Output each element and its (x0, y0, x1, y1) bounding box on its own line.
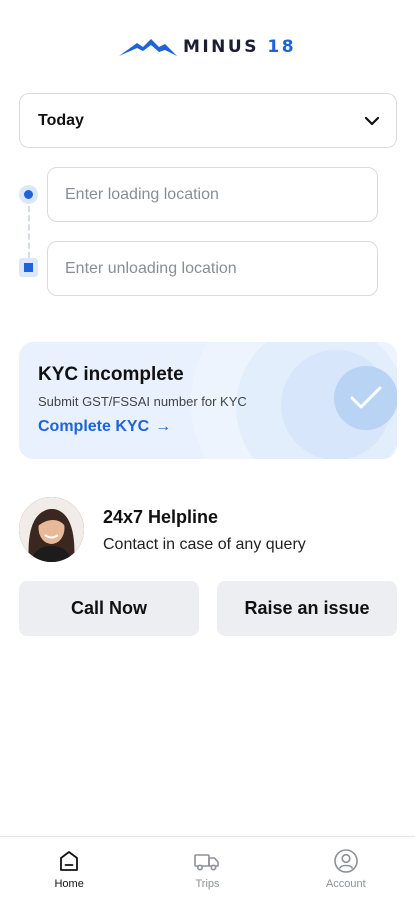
date-select-value: Today (38, 111, 84, 129)
truck-icon (194, 854, 220, 871)
kyc-subtitle: Submit GST/FSSAI number for KYC (38, 394, 247, 409)
kyc-title: KYC incomplete (38, 364, 184, 385)
helpline-subtitle: Contact in case of any query (103, 536, 306, 553)
loading-marker-icon (19, 185, 38, 204)
brand-logo: MINUS 18 (0, 34, 415, 60)
raise-issue-button[interactable]: Raise an issue (217, 581, 397, 636)
account-icon (334, 849, 358, 873)
unloading-location-input[interactable] (47, 241, 378, 296)
complete-kyc-link[interactable]: Complete KYC → (38, 418, 171, 436)
helpline-title: 24x7 Helpline (103, 507, 219, 527)
date-select[interactable]: Today (19, 93, 397, 148)
bottom-nav: Home Trips Account (0, 836, 415, 900)
nav-label-home: Home (54, 878, 84, 890)
nav-item-trips[interactable]: Trips (138, 837, 276, 900)
loading-location-input[interactable] (47, 167, 378, 222)
brand-name-main: MINUS (182, 37, 268, 57)
route-connector (28, 206, 30, 258)
arrow-right-icon: → (155, 418, 172, 435)
helpline-avatar (19, 497, 84, 562)
mountain-logo-icon (118, 39, 177, 56)
nav-item-account[interactable]: Account (277, 837, 415, 900)
chevron-down-icon (364, 116, 380, 125)
nav-item-home[interactable]: Home (0, 837, 138, 900)
kyc-card: KYC incomplete Submit GST/FSSAI number f… (19, 342, 397, 459)
nav-label-account: Account (325, 878, 366, 890)
complete-kyc-label: Complete KYC (38, 418, 150, 435)
nav-label-trips: Trips (195, 878, 220, 890)
brand-name-number: 18 (267, 37, 297, 57)
call-now-button[interactable]: Call Now (19, 581, 199, 636)
unloading-marker-icon (19, 258, 38, 277)
check-circle-icon (334, 366, 397, 430)
brand-name: MINUS 18 (183, 37, 296, 57)
home-icon (60, 851, 79, 871)
